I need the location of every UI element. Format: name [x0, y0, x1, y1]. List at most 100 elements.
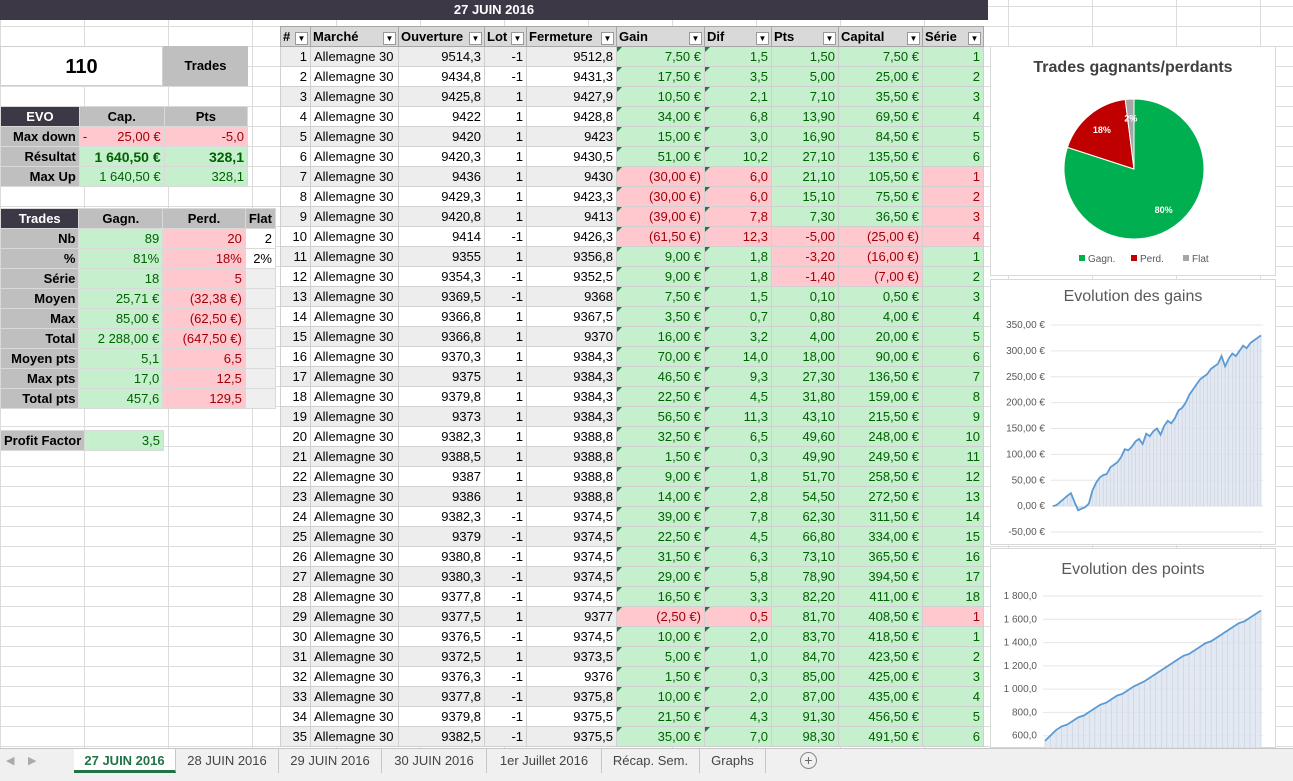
stat-gagn[interactable]: 85,00 €: [78, 308, 164, 329]
cell-pts[interactable]: 7,10: [771, 86, 839, 107]
cell-march[interactable]: Allemagne 30: [310, 646, 399, 667]
stat-perd[interactable]: 20: [162, 228, 246, 249]
cell-ouverture[interactable]: 9386: [398, 486, 485, 507]
table-row[interactable]: 11 Allemagne 30 9355 1 9356,8 9,00 €1,8 -3,20(…: [280, 246, 984, 267]
cell-#[interactable]: 28: [280, 586, 311, 607]
table-row[interactable]: 14 Allemagne 30 9366,8 1 9367,5 3,50 €0,7 0,80…: [280, 306, 984, 327]
cell-fermeture[interactable]: 9430,5: [526, 146, 617, 167]
cell-fermeture[interactable]: 9384,3: [526, 386, 617, 407]
cell-dif[interactable]: 6,0: [704, 166, 772, 187]
cell-ouverture[interactable]: 9420,3: [398, 146, 485, 167]
cell-march[interactable]: Allemagne 30: [310, 146, 399, 167]
cell-#[interactable]: 11: [280, 246, 311, 267]
cell-dif[interactable]: 1,8: [704, 466, 772, 487]
cell-srie[interactable]: 16: [922, 546, 984, 567]
cell-dif[interactable]: 0,7: [704, 306, 772, 327]
cell-fermeture[interactable]: 9374,5: [526, 506, 617, 527]
cell-capital[interactable]: 75,50 €: [838, 186, 923, 207]
cell-#[interactable]: 32: [280, 666, 311, 687]
cell-#[interactable]: 35: [280, 726, 311, 747]
cell-#[interactable]: 31: [280, 646, 311, 667]
cell-srie[interactable]: 14: [922, 506, 984, 527]
cell-dif[interactable]: 9,3: [704, 366, 772, 387]
cell-fermeture[interactable]: 9374,5: [526, 546, 617, 567]
cell-march[interactable]: Allemagne 30: [310, 46, 399, 67]
evo-maxdown-cap[interactable]: -25,00 €: [78, 126, 165, 147]
cell-#[interactable]: 5: [280, 126, 311, 147]
cell-ouverture[interactable]: 9422: [398, 106, 485, 127]
cell-#[interactable]: 12: [280, 266, 311, 287]
cell-fermeture[interactable]: 9368: [526, 286, 617, 307]
cell-lot[interactable]: 1: [484, 646, 527, 667]
cell-fermeture[interactable]: 9375,5: [526, 706, 617, 727]
cell-srie[interactable]: 2: [922, 66, 984, 87]
cell-march[interactable]: Allemagne 30: [310, 526, 399, 547]
filter-dropdown-icon[interactable]: ▼: [823, 31, 836, 45]
cell-ouverture[interactable]: 9514,3: [398, 46, 485, 67]
cell-march[interactable]: Allemagne 30: [310, 266, 399, 287]
evo-result-pts[interactable]: 328,1: [163, 146, 249, 167]
cell-pts[interactable]: 0,80: [771, 306, 839, 327]
cell-ouverture[interactable]: 9380,3: [398, 566, 485, 587]
cell-#[interactable]: 30: [280, 626, 311, 647]
sheet-tab[interactable]: Récap. Sem.: [602, 749, 700, 773]
cell-capital[interactable]: 394,50 €: [838, 566, 923, 587]
cell-capital[interactable]: 159,00 €: [838, 386, 923, 407]
cell-#[interactable]: 10: [280, 226, 311, 247]
sheet-tab[interactable]: 27 JUIN 2016: [74, 749, 176, 773]
cell-#[interactable]: 21: [280, 446, 311, 467]
cell-gain[interactable]: 10,00 €: [616, 686, 705, 707]
cell-pts[interactable]: 1,50: [771, 46, 839, 67]
cell-dif[interactable]: 4,5: [704, 526, 772, 547]
cell-ouverture[interactable]: 9379: [398, 526, 485, 547]
pie-chart[interactable]: Trades gagnants/perdants 80% 18% 2% Gagn. Pe…: [990, 46, 1276, 276]
cell-srie[interactable]: 4: [922, 686, 984, 707]
cell-#[interactable]: 18: [280, 386, 311, 407]
cell-capital[interactable]: 258,50 €: [838, 466, 923, 487]
cell-capital[interactable]: 456,50 €: [838, 706, 923, 727]
cell-march[interactable]: Allemagne 30: [310, 366, 399, 387]
cell-fermeture[interactable]: 9388,8: [526, 466, 617, 487]
cell-dif[interactable]: 1,5: [704, 286, 772, 307]
cell-dif[interactable]: 14,0: [704, 346, 772, 367]
cell-#[interactable]: 14: [280, 306, 311, 327]
cell-gain[interactable]: 7,50 €: [616, 286, 705, 307]
cell-srie[interactable]: 6: [922, 146, 984, 167]
cell-lot[interactable]: 1: [484, 186, 527, 207]
col-header[interactable]: Marché ▼: [310, 26, 399, 47]
points-chart[interactable]: Evolution des points 1 800,0 1 600,0 1 400…: [990, 548, 1276, 749]
table-row[interactable]: 5 Allemagne 30 9420 1 9423 15,00 €3,0 16,90 84,…: [280, 126, 984, 147]
cell-dif[interactable]: 1,0: [704, 646, 772, 667]
evo-maxup-cap[interactable]: 1 640,50 €: [78, 166, 165, 187]
cell-ouverture[interactable]: 9388,5: [398, 446, 485, 467]
cell-march[interactable]: Allemagne 30: [310, 126, 399, 147]
cell-fermeture[interactable]: 9384,3: [526, 346, 617, 367]
stat-flat[interactable]: [244, 268, 277, 289]
col-header[interactable]: # ▼: [280, 26, 311, 47]
cell-ouverture[interactable]: 9429,3: [398, 186, 485, 207]
cell-gain[interactable]: 1,50 €: [616, 666, 705, 687]
cell-srie[interactable]: 7: [922, 366, 984, 387]
cell-ouverture[interactable]: 9372,5: [398, 646, 485, 667]
cell-srie[interactable]: 17: [922, 566, 984, 587]
cell-dif[interactable]: 7,8: [704, 506, 772, 527]
cell-lot[interactable]: -1: [484, 706, 527, 727]
cell-pts[interactable]: 7,30: [771, 206, 839, 227]
cell-pts[interactable]: 4,00: [771, 326, 839, 347]
table-row[interactable]: 22 Allemagne 30 9387 1 9388,8 9,00 €1,8 51,70 2…: [280, 466, 984, 487]
table-row[interactable]: 12 Allemagne 30 9354,3 -1 9352,5 9,00 €1,8 -1,…: [280, 266, 984, 287]
cell-fermeture[interactable]: 9512,8: [526, 46, 617, 67]
stat-flat[interactable]: 2%: [244, 248, 277, 269]
cell-dif[interactable]: 12,3: [704, 226, 772, 247]
cell-fermeture[interactable]: 9427,9: [526, 86, 617, 107]
cell-pts[interactable]: 31,80: [771, 386, 839, 407]
cell-gain[interactable]: 31,50 €: [616, 546, 705, 567]
cell-fermeture[interactable]: 9388,8: [526, 486, 617, 507]
cell-capital[interactable]: 423,50 €: [838, 646, 923, 667]
cell-gain[interactable]: (2,50 €): [616, 606, 705, 627]
cell-gain[interactable]: 1,50 €: [616, 446, 705, 467]
cell-march[interactable]: Allemagne 30: [310, 286, 399, 307]
cell-gain[interactable]: 16,50 €: [616, 586, 705, 607]
filter-dropdown-icon[interactable]: ▼: [968, 31, 981, 45]
cell-srie[interactable]: 8: [922, 386, 984, 407]
